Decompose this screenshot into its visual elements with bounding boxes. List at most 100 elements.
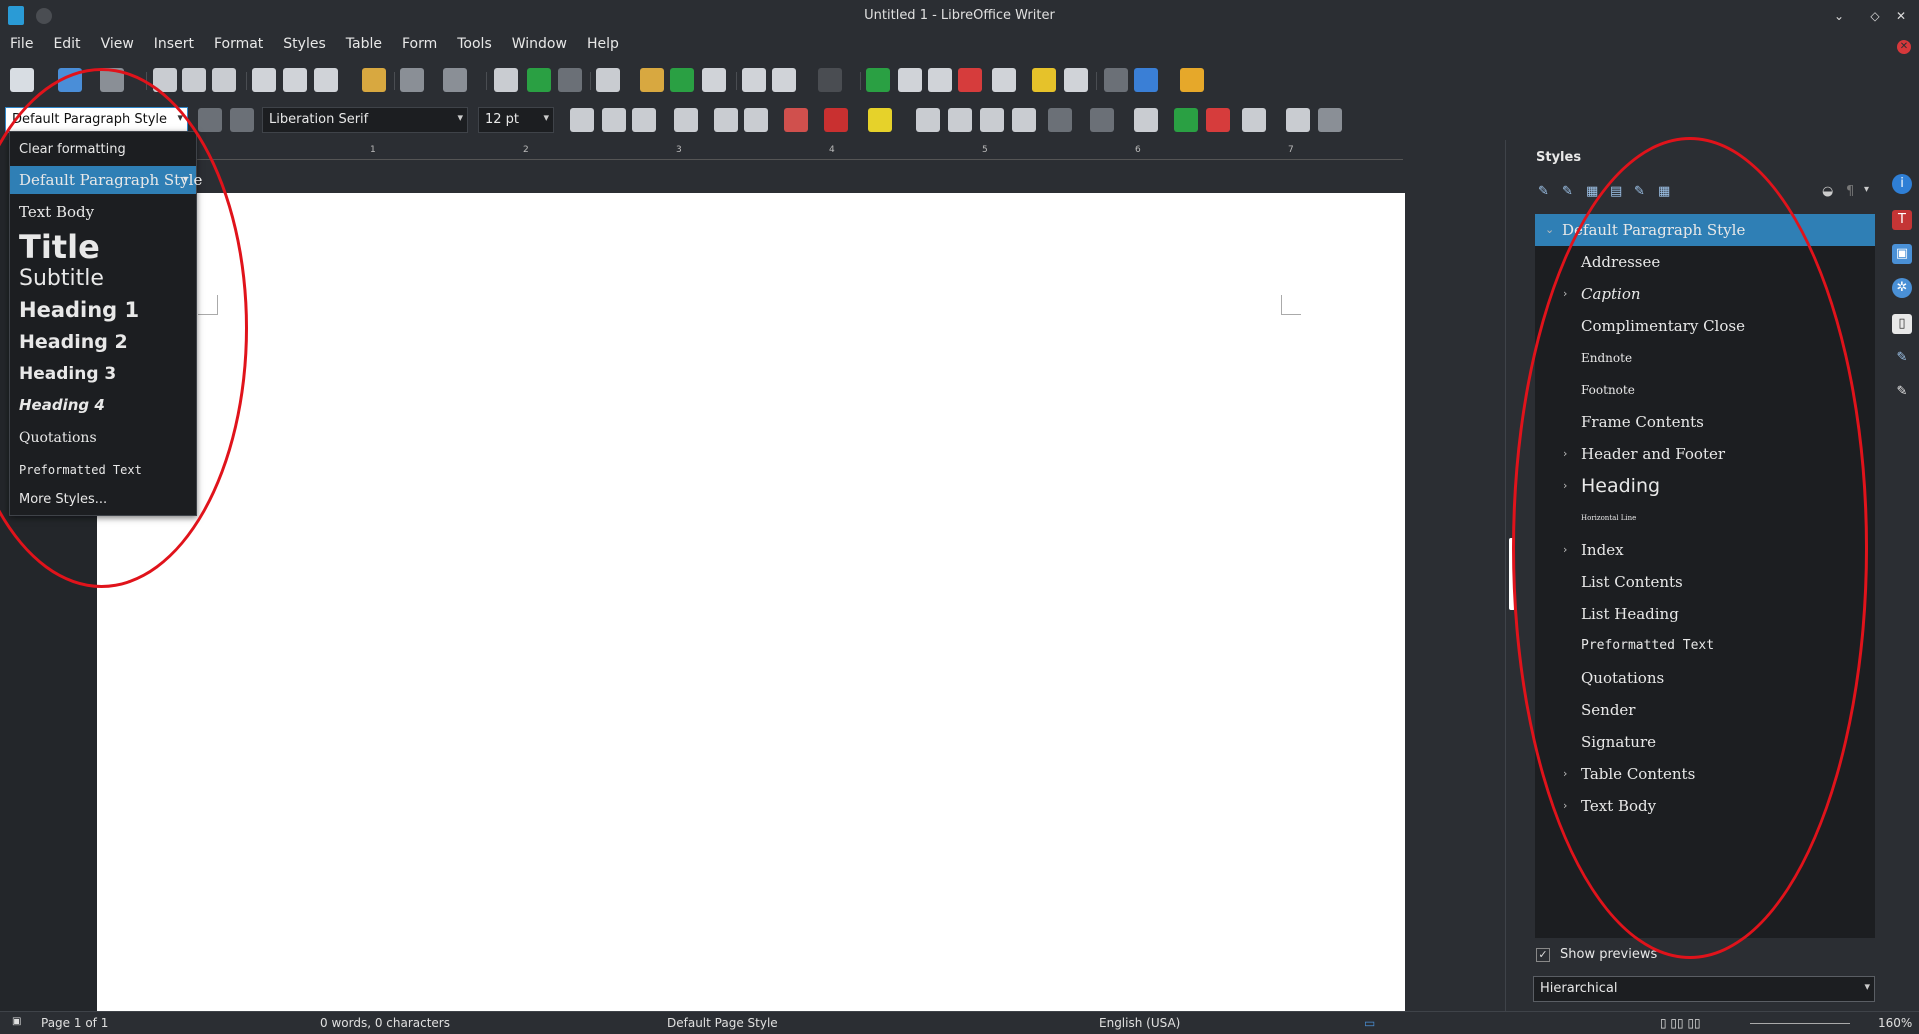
dropdown-heading-1[interactable]: Heading 1: [10, 294, 196, 326]
style-list-item[interactable]: › Header and Footer: [1535, 438, 1875, 470]
clear-direct-formatting-icon[interactable]: [784, 108, 808, 132]
style-list-item[interactable]: Signature: [1535, 726, 1875, 758]
close-document-icon[interactable]: ✕: [1897, 40, 1911, 54]
style-list-item[interactable]: Quotations: [1535, 662, 1875, 694]
style-list-item[interactable]: Preformatted Text: [1535, 630, 1875, 662]
style-list-item[interactable]: ⌄ Default Paragraph Style: [1535, 214, 1875, 246]
sidebar-deck-icon[interactable]: [1318, 108, 1342, 132]
style-list-item[interactable]: List Heading: [1535, 598, 1875, 630]
formatting-marks-icon[interactable]: [558, 68, 582, 92]
dropdown-preformatted-text[interactable]: Preformatted Text: [10, 454, 196, 486]
hyperlink-icon[interactable]: [866, 68, 890, 92]
style-inspector-icon[interactable]: ✎: [1892, 348, 1912, 368]
chevron-down-icon[interactable]: ▾: [183, 166, 188, 194]
zoom-slider[interactable]: [1750, 1023, 1850, 1024]
insert-field-icon[interactable]: [772, 68, 796, 92]
style-list-item[interactable]: Frame Contents: [1535, 406, 1875, 438]
new-document-icon[interactable]: [10, 68, 34, 92]
zoom-level[interactable]: 160%: [1878, 1016, 1912, 1030]
style-list-item[interactable]: Complimentary Close: [1535, 310, 1875, 342]
page-deck-icon[interactable]: ▯: [1892, 314, 1912, 334]
style-list-item[interactable]: › Caption: [1535, 278, 1875, 310]
outline-format-icon[interactable]: [1134, 108, 1158, 132]
chevron-down-icon[interactable]: ▾: [457, 111, 463, 124]
unordered-list-icon[interactable]: [1048, 108, 1072, 132]
menu-help[interactable]: Help: [577, 36, 629, 58]
draw-functions-icon[interactable]: [1180, 68, 1204, 92]
menu-edit[interactable]: Edit: [43, 36, 90, 58]
line-spacing-icon[interactable]: [1242, 108, 1266, 132]
open-icon[interactable]: [58, 68, 82, 92]
menu-styles[interactable]: Styles: [273, 36, 335, 58]
menu-format[interactable]: Format: [204, 36, 273, 58]
word-count[interactable]: 0 words, 0 characters: [320, 1016, 450, 1030]
insert-textbox-icon[interactable]: [702, 68, 726, 92]
dropdown-heading-3[interactable]: Heading 3: [10, 358, 196, 390]
insert-chart-icon[interactable]: [670, 68, 694, 92]
font-name-combobox[interactable]: Liberation Serif ▾: [262, 107, 468, 133]
cross-reference-icon[interactable]: [992, 68, 1016, 92]
page-styles-icon[interactable]: ▤: [1610, 184, 1628, 202]
redo-icon[interactable]: [443, 68, 467, 92]
page-break-icon[interactable]: [742, 68, 766, 92]
character-styles-icon[interactable]: ✎: [1562, 184, 1580, 202]
navigator-icon[interactable]: ✲: [1892, 278, 1912, 298]
style-list-item[interactable]: Sender: [1535, 694, 1875, 726]
expand-chevron-icon[interactable]: ›: [1563, 278, 1567, 310]
decrease-indent-icon[interactable]: [1206, 108, 1230, 132]
table-styles-icon[interactable]: ▦: [1658, 184, 1676, 202]
dropdown-text-body[interactable]: Text Body: [10, 198, 196, 226]
dropdown-title[interactable]: Title: [10, 228, 196, 266]
view-layout-icon[interactable]: ▯ ▯▯ ▯▯: [1660, 1016, 1701, 1030]
strikethrough-icon[interactable]: [674, 108, 698, 132]
endnote-icon[interactable]: [928, 68, 952, 92]
menu-insert[interactable]: Insert: [144, 36, 204, 58]
manage-changes-icon[interactable]: ✎: [1892, 382, 1912, 402]
style-filter-select[interactable]: Hierarchical ▾: [1533, 976, 1875, 1002]
font-size-combobox[interactable]: 12 pt ▾: [478, 107, 554, 133]
menu-tools[interactable]: Tools: [447, 36, 502, 58]
properties-icon[interactable]: i: [1892, 174, 1912, 194]
update-style-icon[interactable]: [198, 108, 222, 132]
show-previews-toggle[interactable]: ✓ Show previews: [1536, 947, 1657, 962]
insert-line-icon[interactable]: [1104, 68, 1128, 92]
bold-icon[interactable]: [570, 108, 594, 132]
menu-table[interactable]: Table: [336, 36, 392, 58]
selection-mode-icon[interactable]: ▭: [1364, 1016, 1375, 1030]
print-icon[interactable]: [182, 68, 206, 92]
style-list-item[interactable]: › Heading: [1535, 470, 1875, 502]
minimize-button[interactable]: ⌄: [1830, 7, 1848, 25]
undo-icon[interactable]: [400, 68, 424, 92]
expand-chevron-icon[interactable]: ⌄: [1545, 214, 1554, 246]
style-list-item[interactable]: Addressee: [1535, 246, 1875, 278]
dropdown-heading-2[interactable]: Heading 2: [10, 326, 196, 358]
align-left-icon[interactable]: [916, 108, 940, 132]
dropdown-subtitle[interactable]: Subtitle: [10, 266, 196, 292]
horizontal-ruler[interactable]: 1 2 3 4 5 6 7: [180, 144, 1403, 160]
save-icon[interactable]: [100, 68, 124, 92]
dropdown-default-paragraph-style[interactable]: Default Paragraph Style ▾: [10, 166, 202, 194]
track-changes-icon[interactable]: [1064, 68, 1088, 92]
menu-form[interactable]: Form: [392, 36, 447, 58]
paragraph-dialog-icon[interactable]: [1286, 108, 1310, 132]
insert-image-icon[interactable]: [640, 68, 664, 92]
paragraph-styles-icon[interactable]: ✎: [1538, 184, 1556, 202]
print-preview-icon[interactable]: [212, 68, 236, 92]
dropdown-heading-4[interactable]: Heading 4: [10, 390, 196, 420]
superscript-icon[interactable]: [714, 108, 738, 132]
find-replace-icon[interactable]: [494, 68, 518, 92]
align-center-icon[interactable]: [948, 108, 972, 132]
paragraph-style-combobox[interactable]: Default Paragraph Style ▾: [5, 107, 188, 133]
maximize-button[interactable]: ◇: [1866, 7, 1884, 25]
highlight-color-icon[interactable]: [868, 108, 892, 132]
justify-icon[interactable]: [1012, 108, 1036, 132]
export-pdf-icon[interactable]: [153, 68, 177, 92]
subscript-icon[interactable]: [744, 108, 768, 132]
font-color-icon[interactable]: [824, 108, 848, 132]
style-list-item[interactable]: List Contents: [1535, 566, 1875, 598]
footnote-icon[interactable]: [898, 68, 922, 92]
close-button[interactable]: ✕: [1892, 7, 1910, 25]
style-list-item[interactable]: Endnote: [1535, 342, 1875, 374]
paste-icon[interactable]: [314, 68, 338, 92]
bookmark-icon[interactable]: [958, 68, 982, 92]
